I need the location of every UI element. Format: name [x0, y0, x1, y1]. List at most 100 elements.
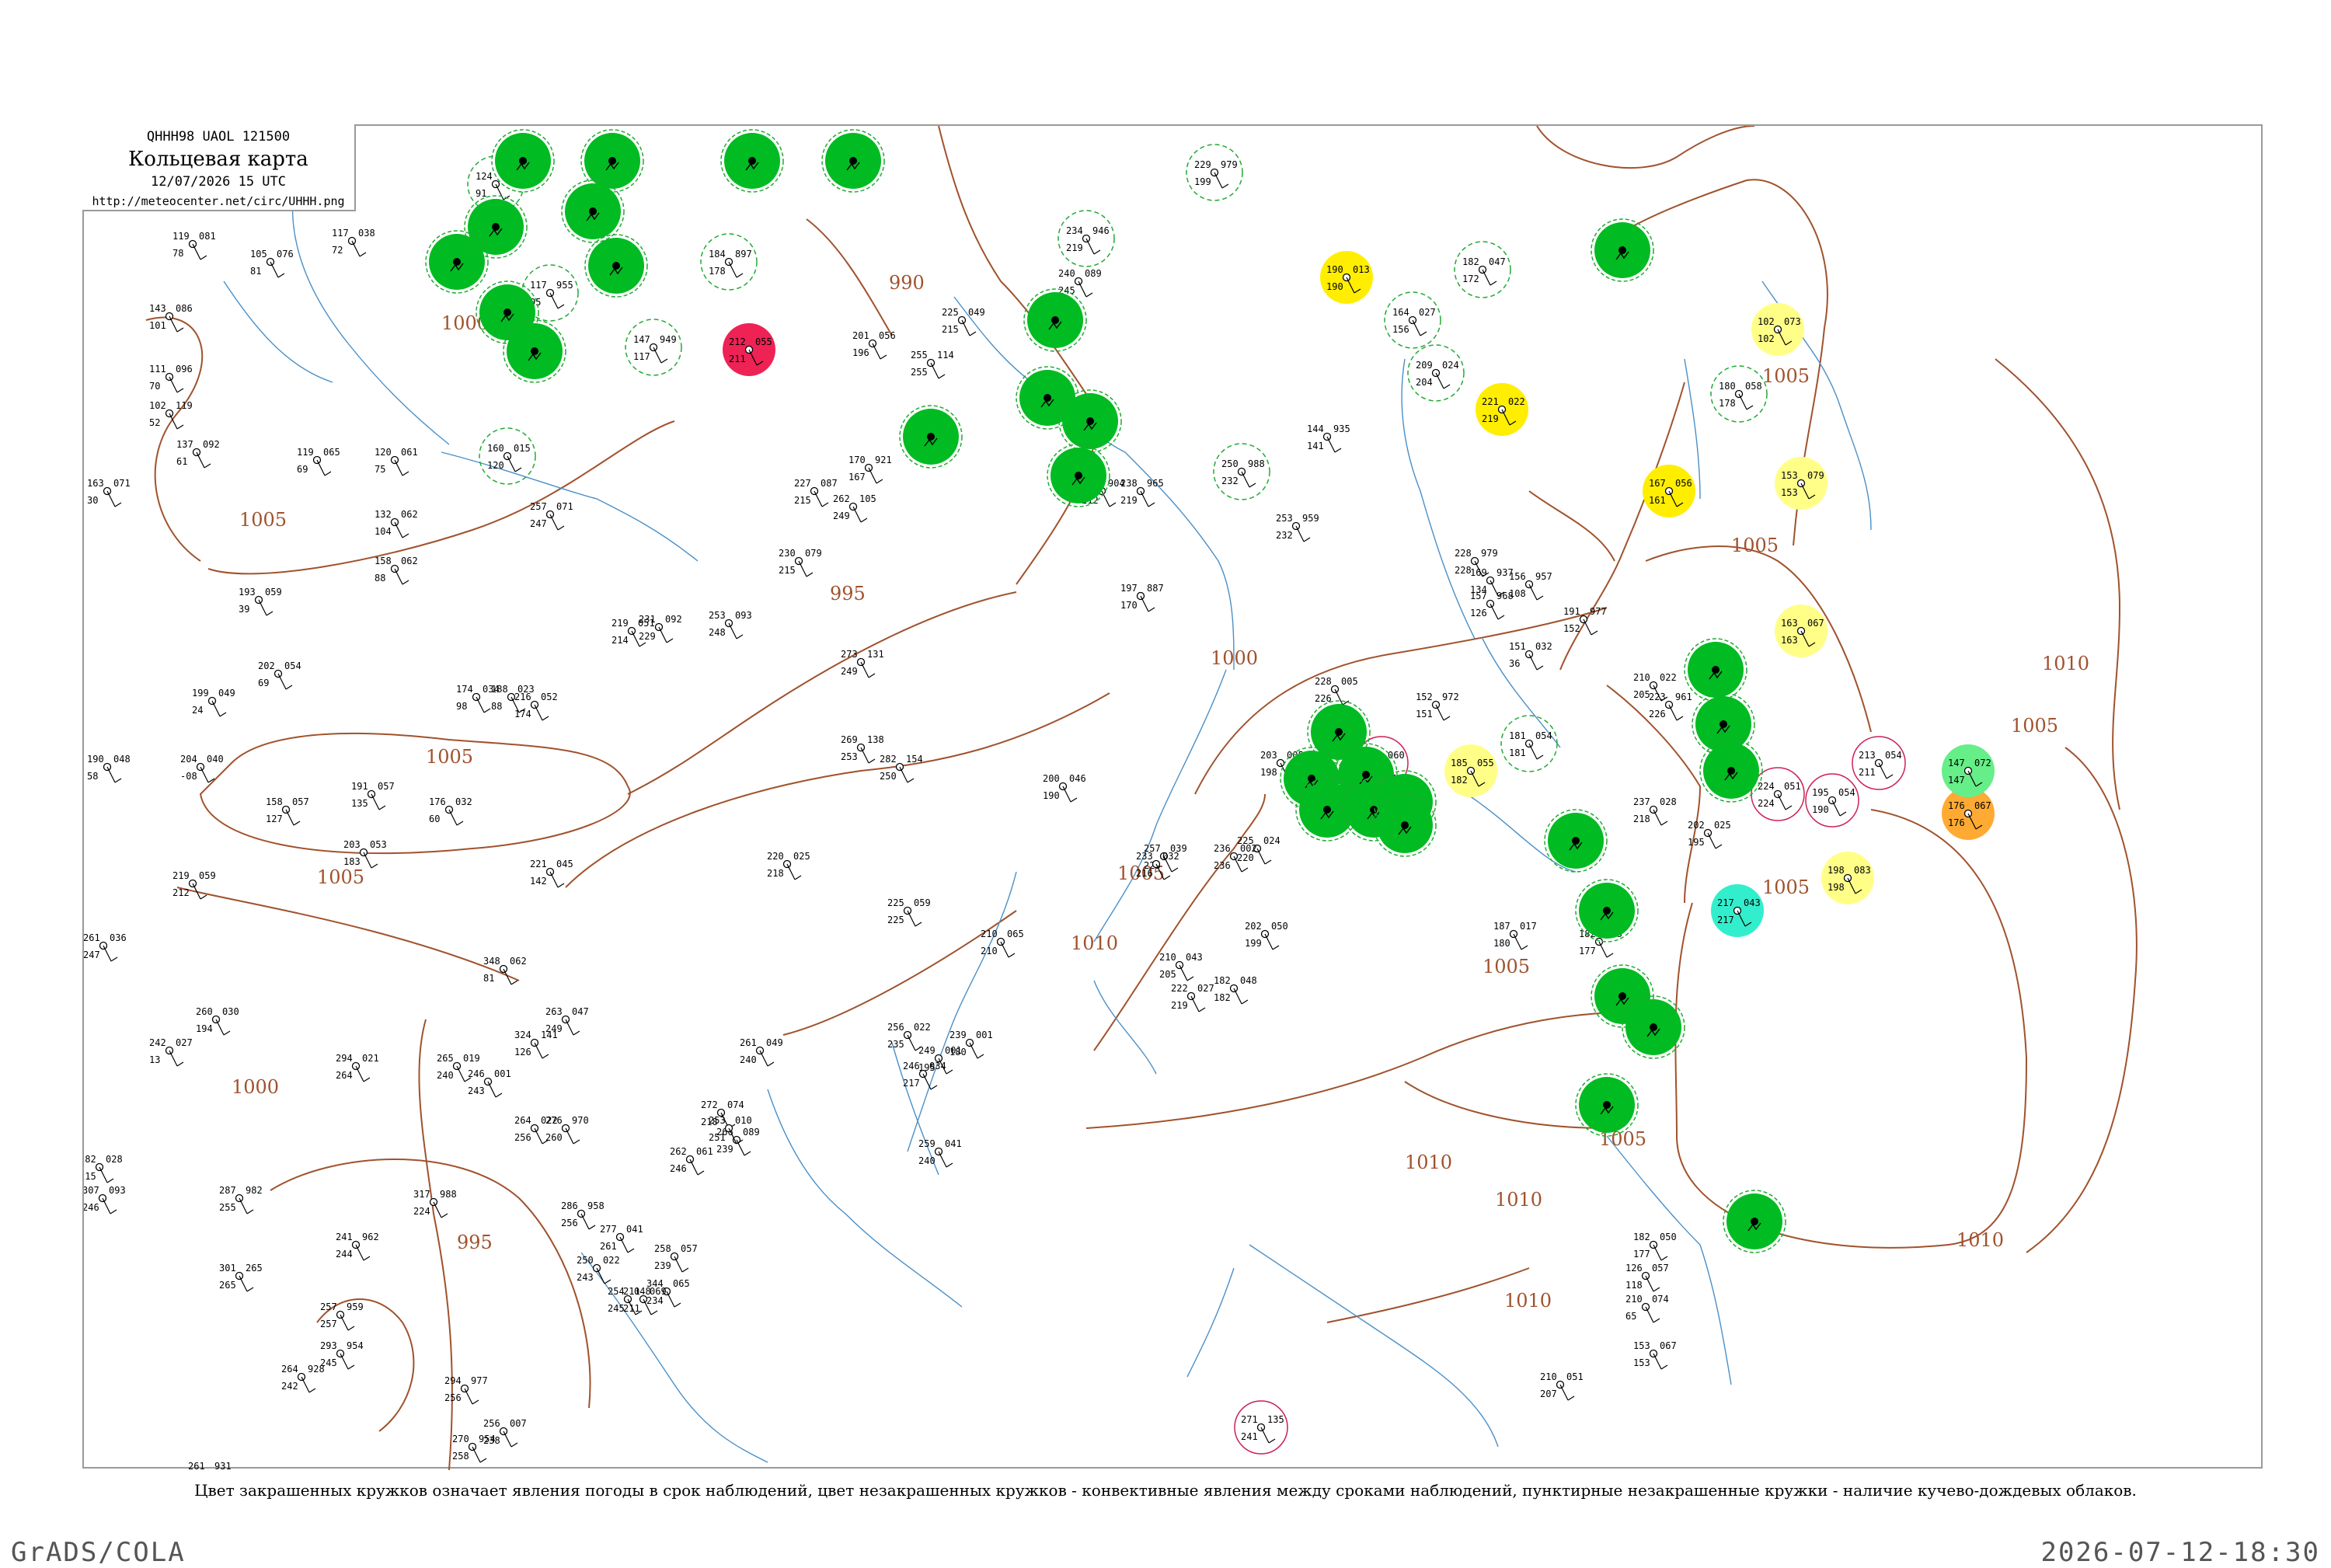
- station-model[interactable]: 182 047 172: [1454, 241, 1511, 298]
- station-model[interactable]: 126 057 118: [1625, 1263, 1669, 1292]
- station-model[interactable]: 257 071 247: [530, 501, 573, 531]
- station-model[interactable]: 180 058 178: [1710, 365, 1768, 423]
- station-model[interactable]: 229 979 199: [1186, 144, 1243, 201]
- station-model[interactable]: 210 065 210: [981, 929, 1024, 958]
- station-model[interactable]: 224 051 224: [1751, 767, 1805, 821]
- station-model[interactable]: 261 049 240: [740, 1037, 783, 1067]
- station-model[interactable]: 119 065 69: [297, 447, 340, 476]
- station-model[interactable]: 111 096 70: [149, 364, 193, 393]
- station-model[interactable]: 287 982 255: [219, 1185, 263, 1214]
- station-model[interactable]: 153 079 153: [1775, 457, 1828, 510]
- thunderstorm-station[interactable]: [503, 319, 566, 383]
- station-model[interactable]: 230 079 215: [779, 548, 822, 577]
- station-model[interactable]: 209 024 204: [1407, 344, 1465, 402]
- station-model[interactable]: 264 928 242: [281, 1364, 325, 1393]
- station-model[interactable]: 348 062 81: [483, 956, 527, 985]
- thunderstorm-station[interactable]: [720, 129, 784, 193]
- station-model[interactable]: 271 135 241: [1234, 1400, 1288, 1455]
- station-model[interactable]: 317 988 224: [413, 1189, 457, 1218]
- station-model[interactable]: 220 025 218: [767, 851, 810, 880]
- ring-map[interactable]: 1000990995100510051005100010051005101010…: [84, 126, 2264, 1470]
- station-model[interactable]: 225 059 225: [887, 897, 931, 927]
- station-model[interactable]: 273 131 249: [841, 649, 884, 678]
- station-model[interactable]: 160 015 120: [479, 427, 536, 485]
- station-model[interactable]: 191 057 135: [351, 781, 395, 810]
- station-model[interactable]: 153 067 153: [1633, 1340, 1677, 1370]
- station-model[interactable]: 102 119 52: [149, 400, 193, 430]
- station-model[interactable]: 238 965 219: [1120, 478, 1164, 507]
- station-model[interactable]: 199 049 24: [192, 688, 235, 717]
- station-model[interactable]: 164 027 156: [1384, 291, 1441, 349]
- station-model[interactable]: 234 946 219: [1057, 210, 1115, 267]
- station-model[interactable]: 151 032 36: [1509, 641, 1552, 671]
- station-model[interactable]: 239 001 180: [949, 1030, 993, 1059]
- station-model[interactable]: 257 959 257: [320, 1301, 364, 1331]
- station-model[interactable]: 227 087 215: [794, 478, 838, 507]
- station-model[interactable]: 191 977 152: [1563, 606, 1607, 636]
- station-model[interactable]: 158 057 127: [266, 796, 309, 826]
- station-model[interactable]: 237 028 218: [1633, 796, 1677, 826]
- station-model[interactable]: 152 972 151: [1416, 692, 1459, 721]
- station-model[interactable]: 246 001 243: [468, 1068, 511, 1098]
- station-model[interactable]: 213 054 211: [1852, 736, 1906, 790]
- station-model[interactable]: 217 043 217: [1711, 884, 1764, 937]
- station-model[interactable]: 216 052 174: [514, 692, 558, 721]
- station-model[interactable]: 163 071 30: [87, 478, 131, 507]
- station-model[interactable]: 132 062 104: [375, 509, 418, 538]
- station-model[interactable]: 147 949 117: [625, 319, 682, 376]
- station-model[interactable]: 201 056 196: [852, 330, 896, 360]
- station-model[interactable]: 190 013 190: [1320, 251, 1373, 304]
- station-model[interactable]: 324 141 126: [514, 1030, 558, 1059]
- station-model[interactable]: 202 050 199: [1245, 921, 1288, 950]
- station-model[interactable]: 294 977 256: [444, 1375, 488, 1405]
- station-model[interactable]: 156 957108: [1509, 571, 1552, 601]
- thunderstorm-station[interactable]: [1591, 218, 1654, 282]
- station-model[interactable]: 225 049 215: [942, 307, 985, 336]
- station-model[interactable]: 293 954245: [320, 1340, 364, 1370]
- station-model[interactable]: 223 961 226: [1649, 692, 1692, 721]
- station-model[interactable]: 221 022 219: [1476, 383, 1528, 436]
- station-model[interactable]: 255 114 255: [911, 350, 954, 379]
- station-model[interactable]: 170 921 167: [848, 455, 892, 484]
- thunderstorm-station[interactable]: [1575, 1073, 1639, 1137]
- thunderstorm-station[interactable]: [1699, 739, 1763, 803]
- station-model[interactable]: 202 054 69: [258, 660, 301, 690]
- station-model[interactable]: 253 959 232: [1276, 513, 1319, 542]
- thunderstorm-station[interactable]: [425, 230, 489, 294]
- station-model[interactable]: 221 045 142: [530, 859, 573, 888]
- station-model[interactable]: 259 041 240: [918, 1138, 962, 1168]
- station-model[interactable]: 197 887 170: [1120, 583, 1164, 612]
- station-model[interactable]: 181 054 181: [1500, 715, 1558, 772]
- station-model[interactable]: 286 958 256: [561, 1200, 605, 1230]
- station-model[interactable]: 262 061 246: [670, 1146, 713, 1176]
- station-model[interactable]: 261931240: [188, 1461, 232, 1470]
- station-model[interactable]: 261 036 247: [84, 932, 127, 962]
- station-model[interactable]: 167 056 161: [1643, 465, 1695, 517]
- thunderstorm-station[interactable]: [561, 179, 625, 243]
- station-model[interactable]: 119 081 78: [172, 231, 216, 260]
- station-model[interactable]: 276 970 260: [545, 1115, 589, 1145]
- station-model[interactable]: 250 022 243: [577, 1255, 620, 1284]
- station-model[interactable]: 187 017 180: [1493, 921, 1537, 950]
- thunderstorm-station[interactable]: [491, 129, 555, 193]
- thunderstorm-station[interactable]: [1684, 638, 1747, 702]
- station-model[interactable]: 241 962 244: [336, 1232, 379, 1261]
- station-model[interactable]: 258 057 239: [654, 1243, 698, 1273]
- thunderstorm-station[interactable]: [584, 234, 648, 298]
- station-model[interactable]: 212 055 211: [723, 323, 775, 376]
- station-model[interactable]: 269 138 253: [841, 734, 884, 764]
- station-model[interactable]: 294 021 264: [336, 1053, 379, 1082]
- thunderstorm-station[interactable]: [1023, 288, 1087, 352]
- station-model[interactable]: 262 105 249: [833, 493, 876, 523]
- station-model[interactable]: 185 055 182: [1444, 744, 1497, 797]
- station-model[interactable]: 301 265 265: [219, 1263, 263, 1292]
- station-model[interactable]: 193 059 39: [239, 587, 282, 616]
- station-model[interactable]: 256 007 238: [483, 1418, 527, 1448]
- station-model[interactable]: 137 092 61: [176, 439, 220, 469]
- station-model[interactable]: 195 054 190: [1805, 773, 1859, 828]
- station-model[interactable]: 120 061 75: [375, 447, 418, 476]
- station-model[interactable]: 176 032 60: [429, 796, 472, 826]
- station-model[interactable]: 157 968 126: [1470, 591, 1514, 620]
- station-model[interactable]: 147 072 147: [1942, 744, 1995, 797]
- station-model[interactable]: 184 897 178: [700, 233, 758, 291]
